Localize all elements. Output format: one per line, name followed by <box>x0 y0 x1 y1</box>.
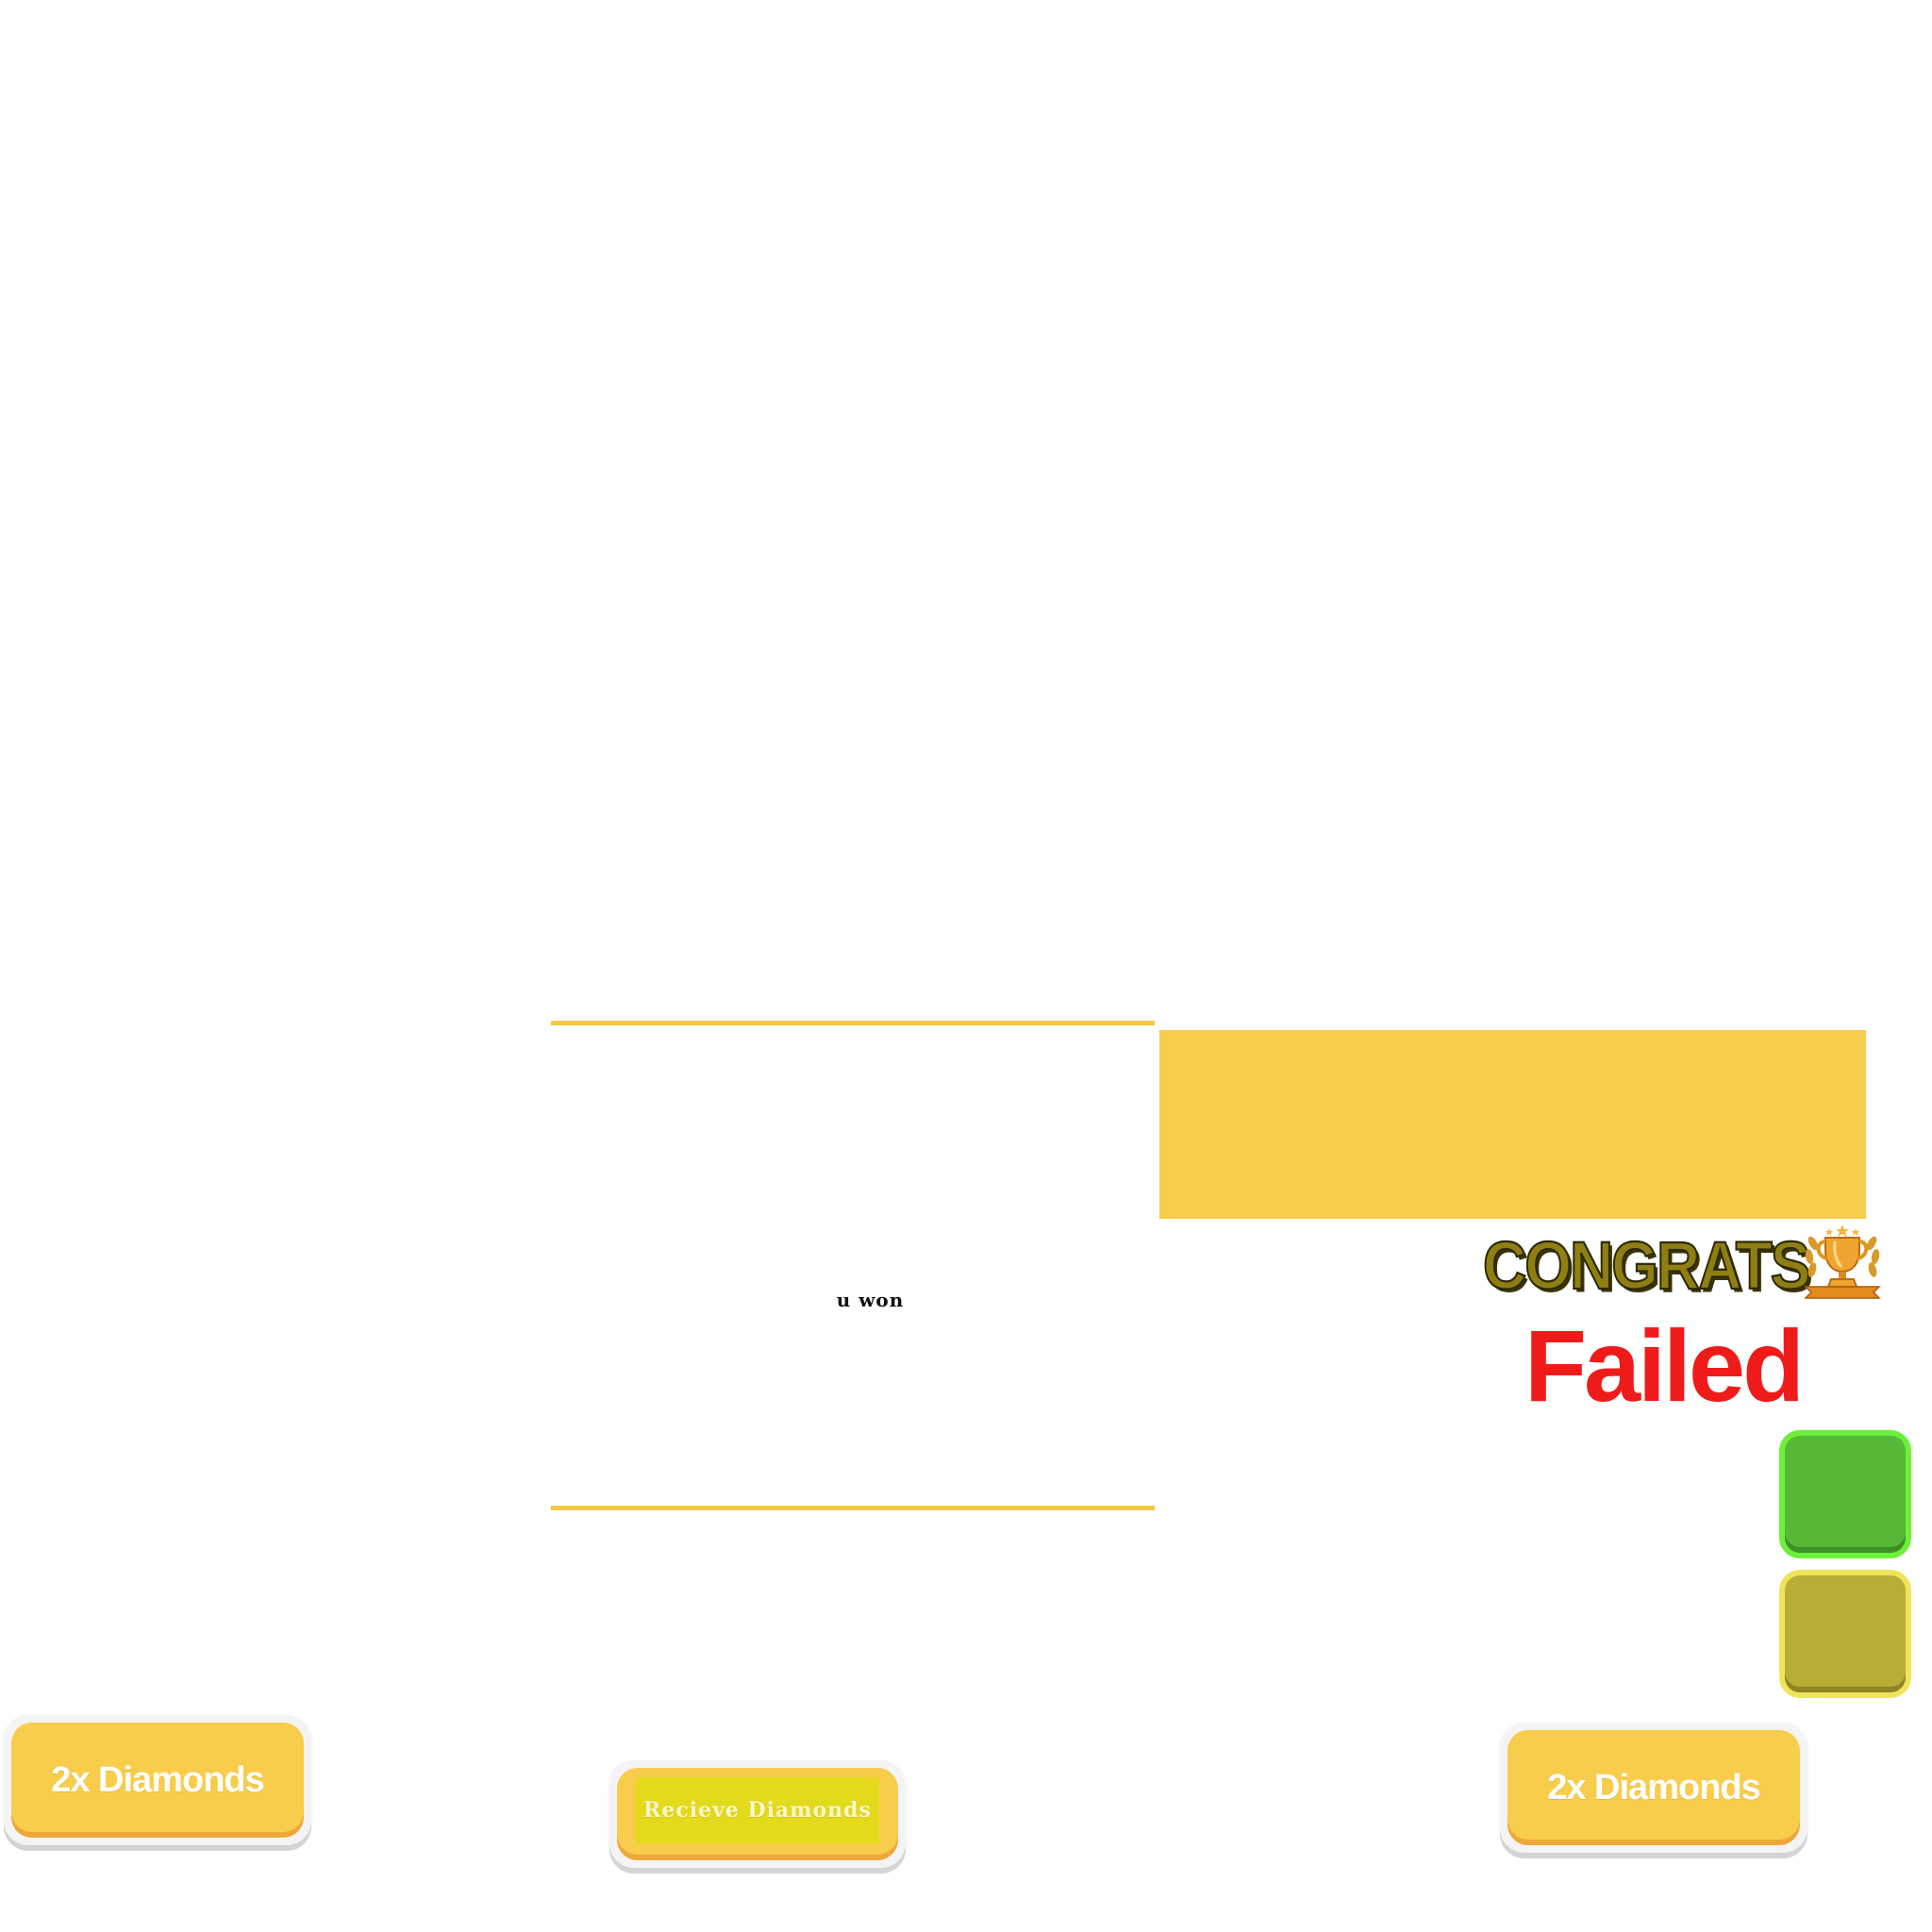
green-tile-button[interactable] <box>1779 1430 1911 1558</box>
double-diamonds-button-left[interactable]: 2x Diamonds <box>4 1715 311 1845</box>
failed-title: Failed <box>1524 1308 1805 1423</box>
receive-diamonds-button[interactable]: Recieve Diamonds <box>609 1760 906 1868</box>
double-diamonds-label-right: 2x Diamonds <box>1507 1730 1800 1845</box>
receive-diamonds-face: Recieve Diamonds <box>617 1768 898 1860</box>
congrats-title: CONGRATS <box>1482 1226 1811 1305</box>
yellow-panel <box>1159 1030 1866 1219</box>
double-diamonds-button-right[interactable]: 2x Diamonds <box>1500 1723 1807 1853</box>
divider-bottom <box>551 1506 1155 1510</box>
olive-tile-button[interactable] <box>1779 1570 1911 1698</box>
won-text: u won <box>836 1289 905 1311</box>
divider-top <box>551 1021 1155 1025</box>
trophy-icon <box>1800 1223 1885 1302</box>
double-diamonds-label-left: 2x Diamonds <box>11 1723 304 1838</box>
receive-diamonds-label: Recieve Diamonds <box>636 1777 879 1843</box>
